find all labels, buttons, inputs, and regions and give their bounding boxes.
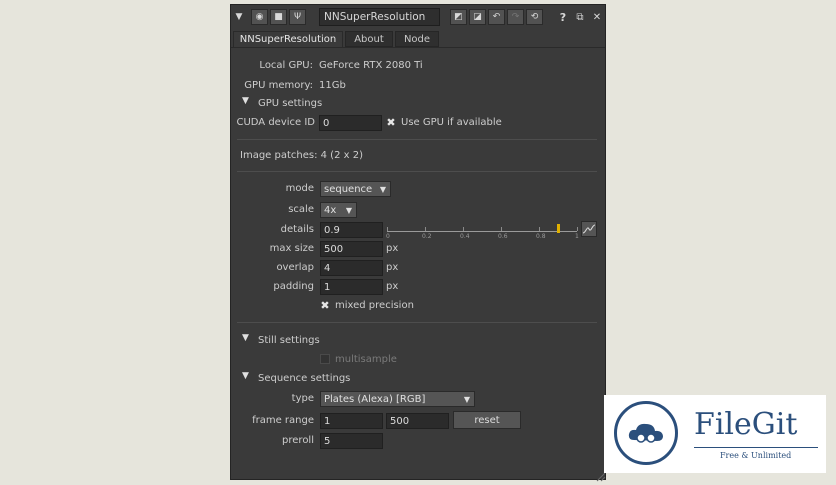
overlap-label: overlap (276, 262, 314, 273)
resize-grip[interactable] (596, 472, 606, 482)
divider (237, 171, 597, 172)
type-label: type (291, 393, 314, 404)
filegit-logo-icon (614, 401, 678, 465)
float-icon[interactable]: ⧉ (574, 9, 586, 25)
overlap-input[interactable]: 4 (320, 260, 383, 276)
local-gpu-label: Local GPU: (259, 60, 313, 71)
slider-tick (539, 227, 540, 231)
reset-button[interactable]: reset (453, 411, 521, 429)
cuda-device-input[interactable]: 0 (319, 115, 382, 131)
multisample-label: multisample (335, 354, 397, 365)
clapper-icon[interactable]: ■ (270, 9, 287, 25)
slider-tick (463, 227, 464, 231)
overlap-unit: px (386, 262, 399, 273)
mode-label: mode (285, 183, 314, 194)
gpu-memory-label: GPU memory: (244, 80, 313, 91)
padding-unit: px (386, 281, 399, 292)
divider (237, 139, 597, 140)
frame-end-input[interactable]: 500 (386, 413, 449, 429)
watermark-tagline: Free & Unlimited (720, 451, 792, 460)
max-size-unit: px (386, 243, 399, 254)
padding-input[interactable]: 1 (320, 279, 383, 295)
curve-editor-icon[interactable] (581, 221, 597, 237)
use-gpu-label: Use GPU if available (401, 117, 502, 128)
slider-tick (577, 227, 578, 231)
gpu-settings-collapse-icon[interactable]: ▼ (242, 96, 249, 106)
gpu-memory-value: 11Gb (319, 80, 346, 91)
watermark-underline (694, 447, 818, 448)
sequence-settings-title: Sequence settings (258, 373, 351, 384)
mode-dropdown[interactable]: sequence ▼ (320, 181, 391, 197)
details-label: details (280, 224, 314, 235)
still-settings-collapse-icon[interactable]: ▼ (242, 333, 249, 343)
slider-tick-label: 0 (386, 233, 390, 240)
chevron-down-icon: ▼ (463, 395, 470, 404)
gpu-settings-title: GPU settings (258, 98, 323, 109)
chevron-down-icon: ▼ (379, 185, 386, 194)
mixed-precision-label: mixed precision (335, 300, 414, 311)
mixed-precision-checkbox[interactable]: ✖ (320, 300, 330, 311)
bypass-right-icon[interactable]: ◪ (469, 9, 486, 25)
slider-handle[interactable] (557, 224, 560, 233)
redo-icon[interactable]: ↷ (507, 9, 524, 25)
frame-range-label: frame range (252, 415, 314, 426)
type-dropdown[interactable]: Plates (Alexa) [RGB] ▼ (320, 391, 475, 407)
revert-icon[interactable]: ⟲ (526, 9, 543, 25)
padding-label: padding (273, 281, 314, 292)
sequence-settings-collapse-icon[interactable]: ▼ (242, 371, 249, 381)
still-settings-title: Still settings (258, 335, 320, 346)
slider-tick (387, 227, 388, 231)
use-gpu-checkbox[interactable]: ✖ (386, 117, 396, 128)
local-gpu-value: GeForce RTX 2080 Ti (319, 60, 423, 71)
help-icon[interactable]: ? (557, 9, 569, 25)
frame-start-input[interactable]: 1 (320, 413, 383, 429)
multisample-checkbox[interactable] (320, 354, 330, 364)
slider-tick-label: 0.6 (498, 233, 508, 240)
image-patches-text: Image patches: 4 (2 x 2) (240, 150, 363, 161)
settings-icon[interactable]: ◉ (251, 9, 268, 25)
details-input[interactable]: 0.9 (320, 222, 383, 238)
undo-icon[interactable]: ↶ (488, 9, 505, 25)
slider-tick (501, 227, 502, 231)
scale-value: 4x (324, 205, 337, 216)
chevron-down-icon: ▼ (345, 206, 352, 215)
slider-tick-label: 0.2 (422, 233, 432, 240)
filegit-watermark: FileGit Free & Unlimited (604, 395, 826, 473)
scale-label: scale (288, 204, 314, 215)
type-value: Plates (Alexa) [RGB] (324, 394, 426, 405)
cuda-device-label: CUDA device ID (236, 117, 315, 128)
tab-nnsuperresolution[interactable]: NNSuperResolution (233, 31, 343, 47)
close-icon[interactable]: ✕ (591, 9, 603, 25)
divider (237, 322, 597, 323)
tab-divider (231, 47, 605, 48)
bypass-left-icon[interactable]: ◩ (450, 9, 467, 25)
tab-node[interactable]: Node (395, 31, 439, 47)
panel-menu-icon[interactable]: ▼ (233, 9, 245, 25)
details-slider[interactable] (387, 231, 577, 232)
scale-dropdown[interactable]: 4x ▼ (320, 202, 357, 218)
max-size-input[interactable]: 500 (320, 241, 383, 257)
tab-about[interactable]: About (345, 31, 393, 47)
mode-value: sequence (324, 184, 373, 195)
slider-tick-label: 0.8 (536, 233, 546, 240)
watermark-name: FileGit (694, 407, 798, 442)
max-size-label: max size (269, 243, 314, 254)
slider-tick-label: 0.4 (460, 233, 470, 240)
properties-panel: ▼ ◉ ■ Ψ NNSuperResolution ◩ ◪ ↶ ↷ ⟲ ? ⧉ … (230, 4, 606, 480)
node-name-field[interactable]: NNSuperResolution (319, 8, 440, 26)
slider-tick (425, 227, 426, 231)
preroll-label: preroll (282, 435, 314, 446)
wrench-icon[interactable]: Ψ (289, 9, 306, 25)
preroll-input[interactable]: 5 (320, 433, 383, 449)
slider-tick-label: 1 (575, 233, 579, 240)
